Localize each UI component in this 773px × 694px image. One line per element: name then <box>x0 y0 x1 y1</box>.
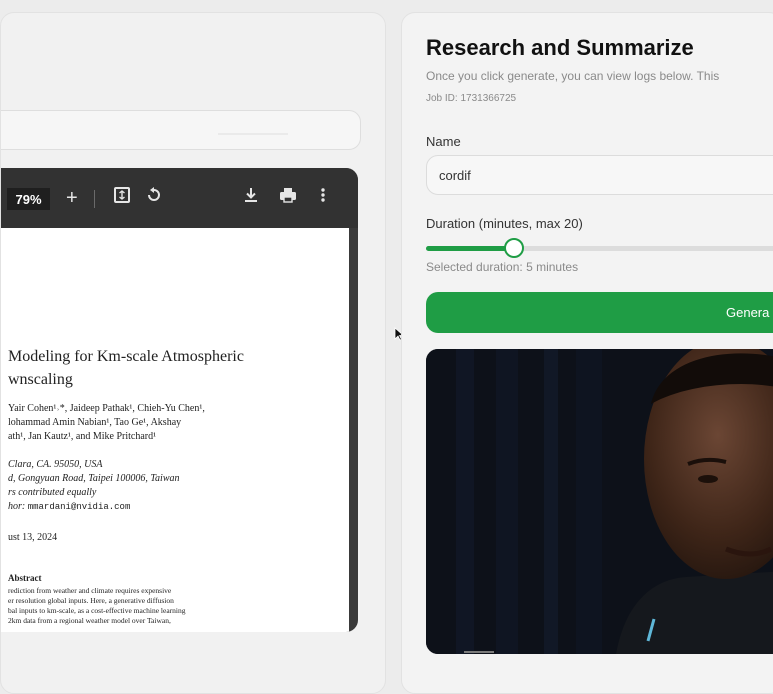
author-line: Yair Cohen¹˒*, Jaideep Pathak¹, Chieh-Yu… <box>8 403 205 414</box>
selected-duration: Selected duration: 5 minutes <box>426 260 579 274</box>
paper-authors: Yair Cohen¹˒*, Jaideep Pathak¹, Chieh-Yu… <box>8 402 205 444</box>
page-subtitle: Once you click generate, you can view lo… <box>426 69 720 83</box>
abstract-line: rediction from weather and climate requi… <box>8 586 172 595</box>
toolbar-divider <box>94 190 95 208</box>
author-email: mmardani@nvidia.com <box>27 502 131 512</box>
page-title: Research and Summarize <box>426 35 694 60</box>
fit-page-icon[interactable] <box>113 186 131 210</box>
name-input[interactable] <box>426 155 773 195</box>
pdf-toolbar: 79% + <box>1 168 358 228</box>
job-id: Job ID: 1731366725 <box>426 93 517 104</box>
duration-label: Duration (minutes, max 20) <box>426 216 583 231</box>
abstract-text: rediction from weather and climate requi… <box>8 586 256 626</box>
print-icon[interactable] <box>279 186 297 210</box>
paper-title: Modeling for Km-scale Atmospheric wnscal… <box>8 345 244 391</box>
plus-icon[interactable]: + <box>66 186 78 210</box>
video-progress-bar[interactable] <box>464 651 494 653</box>
affiliation-line: rs contributed equally <box>8 487 97 498</box>
affiliation-line: Clara, CA. 95050, USA <box>8 459 103 470</box>
pdf-page: Modeling for Km-scale Atmospheric wnscal… <box>1 228 349 632</box>
zoom-level[interactable]: 79% <box>7 188 50 210</box>
rotate-icon[interactable] <box>145 186 163 210</box>
duration-slider[interactable] <box>426 238 773 258</box>
generate-button[interactable]: Genera <box>426 292 773 333</box>
abstract-line: 2km data from a regional weather model o… <box>8 616 171 625</box>
affiliation-line: d, Gongyuan Road, Taipei 100006, Taiwan <box>8 473 180 484</box>
abstract-line: bal inputs to km-scale, as a cost-effect… <box>8 606 186 615</box>
author-line: ath¹, Jan Kautz¹, and Mike Pritchard¹ <box>8 431 157 442</box>
url-input-divider <box>218 133 288 135</box>
pdf-viewer: 79% + Modeling for Km-scale Atmospheric <box>1 168 358 632</box>
url-input[interactable] <box>1 110 361 150</box>
abstract-line: er resolution global inputs. Here, a gen… <box>8 596 174 605</box>
slider-fill <box>426 246 513 251</box>
download-icon[interactable] <box>243 186 259 210</box>
avatar-video-frame <box>426 349 773 654</box>
corresponding-author-line: hor: mmardani@nvidia.com <box>8 500 180 514</box>
document-panel: 79% + Modeling for Km-scale Atmospheric <box>0 12 386 694</box>
author-line: lohammad Amin Nabian¹, Tao Ge¹, Akshay <box>8 417 182 428</box>
paper-affiliations: Clara, CA. 95050, USA d, Gongyuan Road, … <box>8 458 180 514</box>
paper-title-line: wnscaling <box>8 371 73 388</box>
slider-thumb[interactable] <box>503 238 524 258</box>
name-label: Name <box>426 134 461 149</box>
research-form-panel: Research and Summarize Once you click ge… <box>401 12 773 694</box>
more-vert-icon[interactable] <box>320 186 326 210</box>
avatar-video[interactable] <box>426 349 773 654</box>
paper-title-line: Modeling for Km-scale Atmospheric <box>8 348 244 365</box>
author-label: hor: <box>8 501 28 512</box>
paper-date: ust 13, 2024 <box>8 532 58 543</box>
abstract-heading: Abstract <box>8 573 42 583</box>
